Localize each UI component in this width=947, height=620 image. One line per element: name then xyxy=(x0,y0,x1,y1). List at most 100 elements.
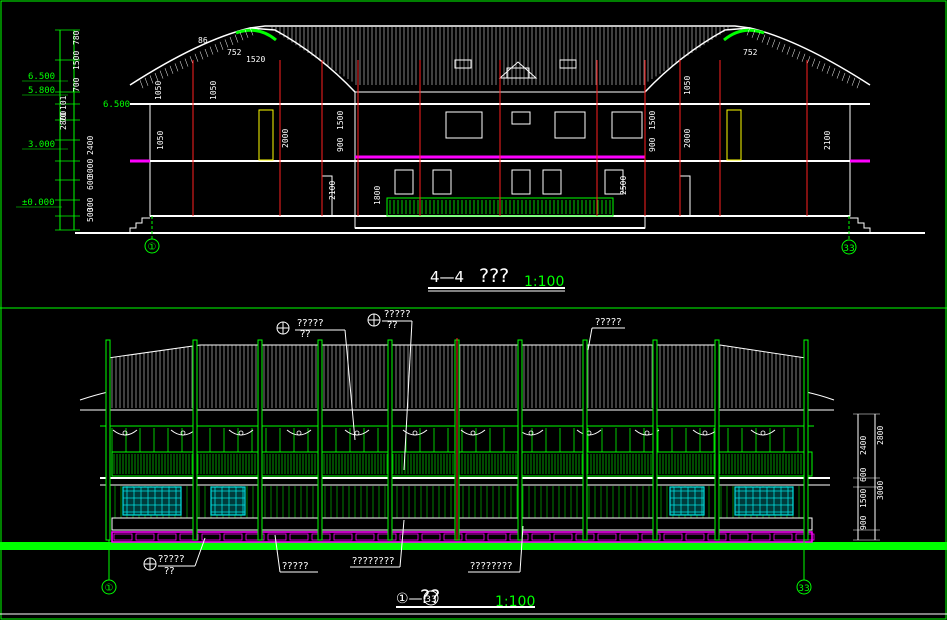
section-window xyxy=(542,169,562,195)
elevation-ground xyxy=(0,542,947,550)
plinth-cell xyxy=(223,533,243,541)
roof-tile-line xyxy=(224,39,229,48)
elevation-title-glyphs: ?? xyxy=(420,586,440,608)
section-4-4: 6.500 5.800 3.000 ±0.000 6.500 780 1500 700 101 7… xyxy=(16,25,925,292)
roof-tile-line xyxy=(851,77,856,86)
level-label: 6.500 xyxy=(103,100,130,110)
callout-text: ????? xyxy=(384,309,411,320)
elevation-dim-label: 2400 xyxy=(859,436,868,455)
interior-dim-label: 1050 xyxy=(156,131,165,150)
roof-tile-line xyxy=(811,58,816,67)
dim-label: 700 xyxy=(72,77,81,92)
plinth-cell xyxy=(663,533,683,541)
section-window xyxy=(445,111,483,139)
axis-label-left: ① xyxy=(148,242,157,253)
section-right-roof xyxy=(644,27,871,93)
dim-label: 1500 xyxy=(72,51,81,70)
section-window xyxy=(432,169,452,195)
interior-dim-label: 2100 xyxy=(823,131,832,150)
roof-tile-line xyxy=(154,72,159,82)
roof-tile-line xyxy=(164,68,169,77)
plinth-cell xyxy=(685,533,705,541)
level-label: ±0.000 xyxy=(22,198,55,208)
plinth-cell xyxy=(773,533,793,541)
level-label: 3.000 xyxy=(28,140,55,150)
roof-tile-line xyxy=(229,36,234,46)
elev-axis-label-left: ① xyxy=(105,583,114,594)
roof-tile-line xyxy=(214,44,219,53)
lower-sill xyxy=(111,517,813,531)
roof-tile-line xyxy=(826,65,831,74)
roof-tile-line xyxy=(831,68,836,77)
elevation-drawings: 6.500 5.800 3.000 ±0.000 6.500 780 1500 700 101 7… xyxy=(0,0,947,620)
bracket-knot xyxy=(702,430,708,436)
section-attic-window xyxy=(454,59,472,69)
roof-tile-line xyxy=(791,48,796,58)
level-label: 5.800 xyxy=(28,86,55,96)
roof-tile-line xyxy=(776,41,781,50)
elevation-dim-label: 3000 xyxy=(876,481,885,500)
dim-label: 3000 xyxy=(86,159,95,178)
elevation-column xyxy=(317,339,323,541)
roof-tile-line xyxy=(756,32,761,41)
roof-dim-label: 86 xyxy=(198,36,208,45)
roof-tile-line xyxy=(846,75,851,84)
callout-text: ????? xyxy=(297,318,324,329)
elevation-plinth-cells xyxy=(113,533,815,541)
bracket-knot xyxy=(760,430,766,436)
elevation-dim-label: 2800 xyxy=(876,426,885,445)
callout-text: ?? xyxy=(164,566,175,577)
roof-tile-line xyxy=(159,70,164,79)
plinth-cell xyxy=(333,533,353,541)
elevation-callout-5: ????? xyxy=(274,534,318,573)
interior-dim-label: 2000 xyxy=(281,129,290,148)
callout-text: ???????? xyxy=(352,556,394,567)
section-steps-right xyxy=(850,217,925,234)
dim-label: 780 xyxy=(72,30,81,45)
plinth-cell xyxy=(289,533,309,541)
roof-tile-line xyxy=(836,70,841,79)
interior-dim-label: 900 xyxy=(336,137,345,152)
roof-tile-line xyxy=(149,75,154,84)
plinth-cell xyxy=(487,533,507,541)
elevation-eave-right xyxy=(805,391,835,401)
roof-tile-line xyxy=(761,34,766,43)
section-door xyxy=(679,175,691,217)
bracket-knot xyxy=(354,430,360,436)
callout-text: ????? xyxy=(158,554,185,565)
roof-dim-label: 752 xyxy=(743,48,758,57)
roof-tile-line xyxy=(796,51,801,60)
roof-tile-line xyxy=(856,80,861,89)
callout-text: ?? xyxy=(300,329,311,340)
roof-tile-line xyxy=(821,63,826,72)
interior-dim-label: 1050 xyxy=(154,81,163,100)
elev-axis-label-right: 33 xyxy=(798,584,809,594)
interior-dim-label: 1500 xyxy=(336,111,345,130)
roof-tile-line xyxy=(841,72,846,82)
cad-drawing-canvas: 6.500 5.800 3.000 ±0.000 6.500 780 1500 700 101 7… xyxy=(0,0,947,620)
plinth-cell xyxy=(465,533,485,541)
roof-tile-line xyxy=(816,60,821,70)
interior-dim-label: 1050 xyxy=(209,81,218,100)
roof-dim-label: 752 xyxy=(227,48,242,57)
roof-tile-line xyxy=(184,58,189,67)
roof-tile-line xyxy=(179,60,184,70)
bracket-knot xyxy=(470,430,476,436)
elevation-dim-label: 600 xyxy=(859,467,868,482)
elevation-column xyxy=(105,339,111,541)
bracket-knot xyxy=(238,430,244,436)
interior-dim-label: 1800 xyxy=(373,186,382,205)
plinth-cell xyxy=(377,533,397,541)
dim-label: 600 xyxy=(86,175,95,190)
roof-tile-line xyxy=(174,63,179,72)
roof-tile-line xyxy=(786,46,791,55)
plinth-cell xyxy=(597,533,617,541)
axis-label-right: 33 xyxy=(843,244,854,254)
plinth-cell xyxy=(729,533,749,541)
section-window xyxy=(611,111,643,139)
dim-label: 2400 xyxy=(86,136,95,155)
roof-tile-line xyxy=(194,53,199,62)
roof-tile-line xyxy=(781,44,786,53)
dim-label: 500 xyxy=(86,207,95,222)
elevation-brackets xyxy=(112,429,776,436)
